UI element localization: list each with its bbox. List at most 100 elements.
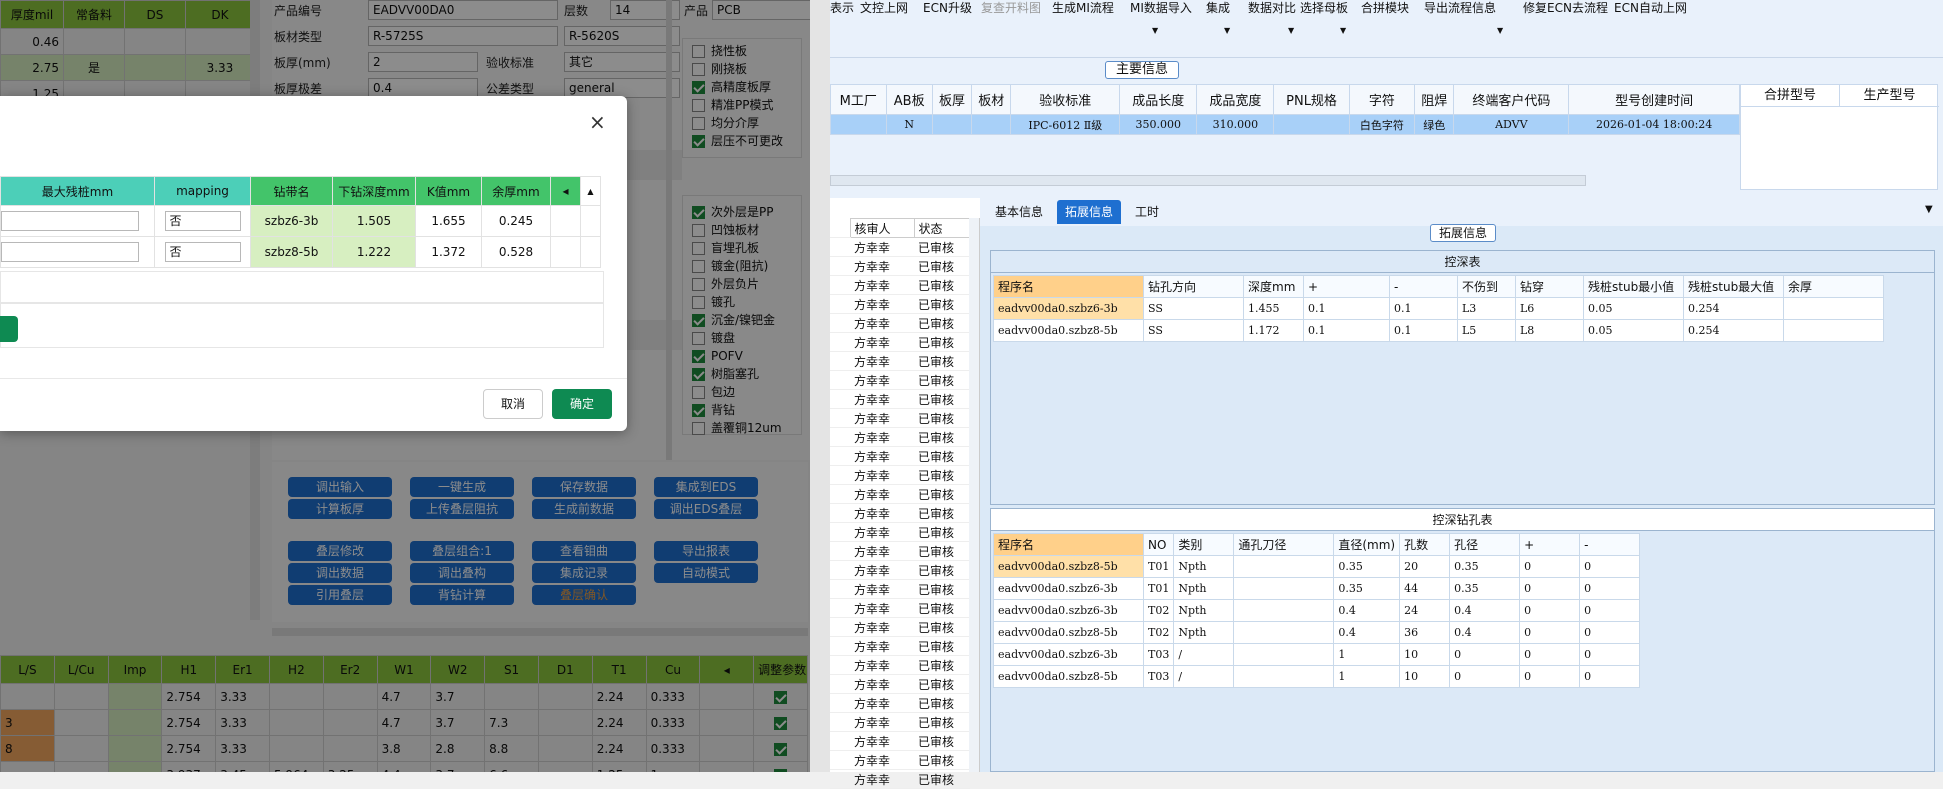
option-checkbox[interactable]: 包边: [692, 383, 735, 401]
action-button[interactable]: 查看钼曲: [532, 541, 636, 561]
depth-cell[interactable]: 0.05: [1583, 319, 1684, 342]
hole-cell[interactable]: 10: [1399, 643, 1451, 666]
product-field[interactable]: PCB: [712, 0, 810, 20]
dialog-cell-k[interactable]: 1.655: [415, 205, 482, 237]
stack-param-cell[interactable]: 2.24: [591, 735, 647, 762]
hole-cell[interactable]: 0: [1519, 555, 1581, 578]
table-row[interactable]: eadvv00da0.szbz8-5b T03/1 10 0 0 0: [993, 665, 1641, 688]
stack-param-cell[interactable]: [537, 683, 593, 710]
option-checkbox[interactable]: 盖覆铜12um: [692, 419, 782, 437]
chevron-down-icon[interactable]: ▼: [1288, 26, 1294, 35]
checkbox-icon[interactable]: [692, 385, 705, 399]
stack-param-cell[interactable]: [268, 709, 324, 736]
hole-cell[interactable]: 0: [1519, 665, 1581, 688]
stack-param-cell[interactable]: [268, 735, 324, 762]
list-item[interactable]: 方幸幸 已审核: [830, 294, 970, 314]
hole-cell[interactable]: eadvv00da0.szbz6-3b: [993, 599, 1144, 622]
action-button[interactable]: 集成记录: [532, 563, 636, 583]
hole-cell[interactable]: 10: [1399, 665, 1451, 688]
hole-cell[interactable]: 0: [1449, 643, 1521, 666]
layer-cell[interactable]: 3.33: [184, 54, 256, 81]
hole-cell[interactable]: 0.4: [1333, 621, 1401, 644]
depth-cell[interactable]: SS: [1143, 297, 1244, 320]
depth-cell[interactable]: 0.1: [1303, 297, 1390, 320]
checkbox-icon[interactable]: [692, 277, 705, 291]
menu-item[interactable]: 集成: [1206, 0, 1230, 16]
checkbox-icon[interactable]: [774, 742, 788, 756]
tolerance-type-field[interactable]: general: [564, 78, 680, 98]
depth-cell[interactable]: SS: [1143, 319, 1244, 342]
hole-cell[interactable]: [1233, 555, 1335, 578]
action-button[interactable]: 背钻计算: [410, 585, 514, 605]
checkbox-icon[interactable]: [692, 313, 705, 327]
hole-cell[interactable]: [1233, 665, 1335, 688]
menu-item[interactable]: 修复ECN去流程: [1523, 0, 1608, 16]
list-item[interactable]: 方幸幸 已审核: [830, 541, 970, 561]
main-info-cell[interactable]: [830, 114, 887, 135]
hole-cell[interactable]: 44: [1399, 577, 1451, 600]
option-checkbox[interactable]: 镀孔: [692, 293, 735, 311]
menu-item[interactable]: 数据对比: [1248, 0, 1296, 16]
stack-param-cell[interactable]: 2.754: [161, 735, 217, 762]
stack-param-cell[interactable]: 2.24: [591, 709, 647, 736]
stack-param-cell[interactable]: [537, 709, 593, 736]
hole-cell[interactable]: 0: [1519, 577, 1581, 600]
list-item[interactable]: 方幸幸 已审核: [830, 427, 970, 447]
option-checkbox[interactable]: 树脂塞孔: [692, 365, 759, 383]
adjust-cell[interactable]: [753, 735, 808, 762]
list-item[interactable]: 方幸幸 已审核: [830, 446, 970, 466]
list-item[interactable]: 方幸幸 已审核: [830, 712, 970, 732]
hole-cell[interactable]: [1233, 643, 1335, 666]
hole-cell[interactable]: 0: [1519, 621, 1581, 644]
option-checkbox[interactable]: 层压不可更改: [692, 132, 783, 150]
hole-cell[interactable]: 0.35: [1333, 555, 1401, 578]
layer-cell[interactable]: [123, 28, 186, 55]
depth-cell[interactable]: eadvv00da0.szbz6-3b: [993, 297, 1144, 320]
cancel-button[interactable]: 取消: [483, 389, 543, 419]
hole-cell[interactable]: 0: [1579, 665, 1641, 688]
stack-param-cell[interactable]: 8.8: [484, 735, 539, 762]
hole-cell[interactable]: Npth: [1173, 599, 1235, 622]
stack-param-cell[interactable]: [484, 683, 539, 710]
action-button[interactable]: 集成到EDS: [654, 477, 758, 497]
hole-cell[interactable]: Npth: [1173, 621, 1235, 644]
main-info-cell[interactable]: 白色字符: [1348, 114, 1416, 135]
stack-param-cell[interactable]: [107, 683, 163, 710]
hole-cell[interactable]: 0: [1449, 665, 1521, 688]
hole-cell[interactable]: /: [1173, 665, 1235, 688]
accept-field[interactable]: 其它: [564, 52, 680, 72]
option-checkbox[interactable]: 刚挠板: [692, 60, 747, 78]
menu-item[interactable]: 表示: [830, 0, 854, 16]
stack-param-cell[interactable]: 8: [0, 735, 55, 762]
checkbox-icon[interactable]: [692, 259, 705, 273]
hole-cell[interactable]: T02: [1142, 621, 1175, 644]
dialog-green-button[interactable]: [0, 316, 18, 342]
hole-cell[interactable]: 1: [1333, 643, 1401, 666]
hole-cell[interactable]: 24: [1399, 599, 1451, 622]
action-button[interactable]: 引用叠层: [288, 585, 392, 605]
layer-cell[interactable]: [123, 54, 186, 81]
tab-work-hours[interactable]: 工时: [1127, 200, 1167, 224]
main-info-cell[interactable]: 2026-01-04 18:00:24: [1568, 114, 1740, 135]
max-stub-cell[interactable]: [0, 236, 155, 268]
stack-param-cell[interactable]: [53, 683, 109, 710]
adjust-cell[interactable]: [753, 709, 808, 736]
chevron-down-icon[interactable]: ▼: [1152, 26, 1158, 35]
stack-param-cell[interactable]: 2.754: [161, 683, 217, 710]
depth-cell[interactable]: [1783, 319, 1884, 342]
option-checkbox[interactable]: POFV: [692, 347, 743, 365]
action-button[interactable]: 计算板厚: [288, 499, 392, 519]
hole-cell[interactable]: 0.4: [1449, 599, 1521, 622]
hole-cell[interactable]: 20: [1399, 555, 1451, 578]
hole-cell[interactable]: 0: [1519, 643, 1581, 666]
stack-param-cell[interactable]: 7.3: [484, 709, 539, 736]
action-button[interactable]: 调出EDS叠层: [654, 499, 758, 519]
stack-param-cell[interactable]: 2.24: [591, 683, 647, 710]
hole-cell[interactable]: /: [1173, 643, 1235, 666]
hole-cell[interactable]: T01: [1142, 555, 1175, 578]
depth-cell[interactable]: 1.455: [1243, 297, 1304, 320]
stack-param-cell[interactable]: 3: [0, 709, 55, 736]
menu-item[interactable]: MI数据导入: [1130, 0, 1192, 16]
table-row[interactable]: eadvv00da0.szbz6-3b T03/1 10 0 0 0: [993, 643, 1641, 666]
hole-cell[interactable]: Npth: [1173, 577, 1235, 600]
